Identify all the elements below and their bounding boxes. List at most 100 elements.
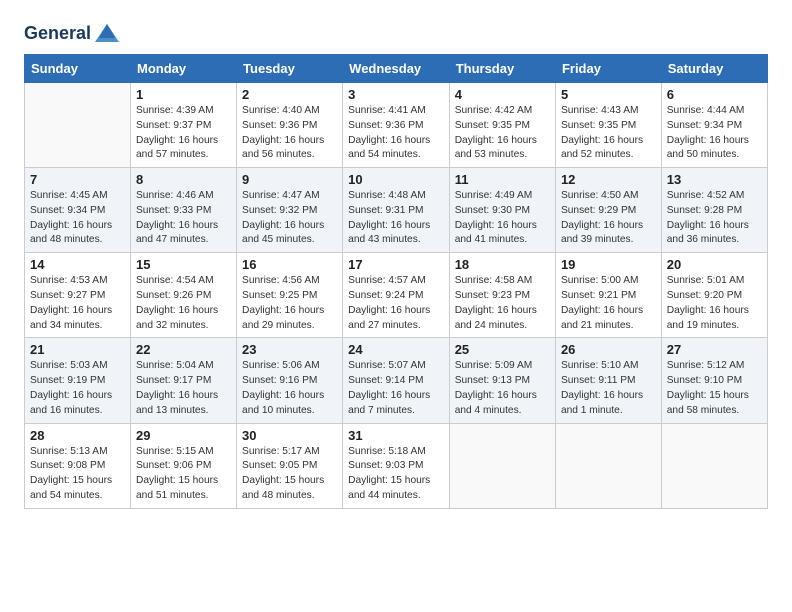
calendar-cell: 4 Sunrise: 4:42 AM Sunset: 9:35 PM Daylig… xyxy=(449,83,555,168)
day-info: Sunrise: 5:01 AM Sunset: 9:20 PM Dayligh… xyxy=(667,274,762,333)
day-info: Sunrise: 5:07 AM Sunset: 9:14 PM Dayligh… xyxy=(348,359,444,418)
weekday-header-friday: Friday xyxy=(555,55,661,83)
day-info: Sunrise: 4:40 AM Sunset: 9:36 PM Dayligh… xyxy=(242,104,337,163)
day-number: 5 xyxy=(561,87,656,102)
calendar-cell: 7 Sunrise: 4:45 AM Sunset: 9:34 PM Daylig… xyxy=(25,168,131,253)
calendar-cell: 12 Sunrise: 4:50 AM Sunset: 9:29 PM Dayli… xyxy=(555,168,661,253)
day-info: Sunrise: 5:15 AM Sunset: 9:06 PM Dayligh… xyxy=(136,445,231,504)
day-number: 11 xyxy=(455,172,550,187)
day-number: 17 xyxy=(348,257,444,272)
weekday-header-thursday: Thursday xyxy=(449,55,555,83)
day-info: Sunrise: 5:06 AM Sunset: 9:16 PM Dayligh… xyxy=(242,359,337,418)
day-info: Sunrise: 5:03 AM Sunset: 9:19 PM Dayligh… xyxy=(30,359,125,418)
day-number: 28 xyxy=(30,428,125,443)
day-info: Sunrise: 4:42 AM Sunset: 9:35 PM Dayligh… xyxy=(455,104,550,163)
day-number: 23 xyxy=(242,342,337,357)
calendar-cell: 17Sunrise: 4:57 AM Sunset: 9:24 PM Dayli… xyxy=(343,253,450,338)
calendar-week-row: 14 Sunrise: 4:53 AM Sunset: 9:27 PM Dayli… xyxy=(25,253,768,338)
day-info: Sunrise: 4:39 AM Sunset: 9:37 PM Dayligh… xyxy=(136,104,231,163)
day-number: 7 xyxy=(30,172,125,187)
day-info: Sunrise: 4:47 AM Sunset: 9:32 PM Dayligh… xyxy=(242,189,337,248)
calendar-cell: 18 Sunrise: 4:58 AM Sunset: 9:23 PM Dayli… xyxy=(449,253,555,338)
page-header: General xyxy=(24,20,768,48)
day-info: Sunrise: 4:56 AM Sunset: 9:25 PM Dayligh… xyxy=(242,274,337,333)
calendar-cell: 9 Sunrise: 4:47 AM Sunset: 9:32 PM Daylig… xyxy=(237,168,343,253)
day-number: 25 xyxy=(455,342,550,357)
calendar-cell: 1Sunrise: 4:39 AM Sunset: 9:37 PM Daylig… xyxy=(131,83,237,168)
calendar-cell: 31 Sunrise: 5:18 AM Sunset: 9:03 PM Dayli… xyxy=(343,423,450,508)
calendar-cell: 10 Sunrise: 4:48 AM Sunset: 9:31 PM Dayli… xyxy=(343,168,450,253)
day-number: 9 xyxy=(242,172,337,187)
weekday-header-monday: Monday xyxy=(131,55,237,83)
logo: General xyxy=(24,20,121,48)
day-info: Sunrise: 5:10 AM Sunset: 9:11 PM Dayligh… xyxy=(561,359,656,418)
calendar-cell: 22 Sunrise: 5:04 AM Sunset: 9:17 PM Dayli… xyxy=(131,338,237,423)
day-number: 3 xyxy=(348,87,444,102)
calendar-cell xyxy=(555,423,661,508)
day-number: 31 xyxy=(348,428,444,443)
day-number: 21 xyxy=(30,342,125,357)
day-number: 13 xyxy=(667,172,762,187)
calendar-cell: 13 Sunrise: 4:52 AM Sunset: 9:28 PM Dayli… xyxy=(661,168,767,253)
day-number: 20 xyxy=(667,257,762,272)
day-info: Sunrise: 4:48 AM Sunset: 9:31 PM Dayligh… xyxy=(348,189,444,248)
day-info: Sunrise: 5:18 AM Sunset: 9:03 PM Dayligh… xyxy=(348,445,444,504)
weekday-header-sunday: Sunday xyxy=(25,55,131,83)
calendar-cell: 8 Sunrise: 4:46 AM Sunset: 9:33 PM Daylig… xyxy=(131,168,237,253)
day-number: 10 xyxy=(348,172,444,187)
day-info: Sunrise: 5:00 AM Sunset: 9:21 PM Dayligh… xyxy=(561,274,656,333)
calendar-cell: 30 Sunrise: 5:17 AM Sunset: 9:05 PM Dayli… xyxy=(237,423,343,508)
calendar-cell: 23 Sunrise: 5:06 AM Sunset: 9:16 PM Dayli… xyxy=(237,338,343,423)
day-info: Sunrise: 5:13 AM Sunset: 9:08 PM Dayligh… xyxy=(30,445,125,504)
calendar-cell: 29 Sunrise: 5:15 AM Sunset: 9:06 PM Dayli… xyxy=(131,423,237,508)
day-info: Sunrise: 4:45 AM Sunset: 9:34 PM Dayligh… xyxy=(30,189,125,248)
day-info: Sunrise: 4:50 AM Sunset: 9:29 PM Dayligh… xyxy=(561,189,656,248)
day-info: Sunrise: 4:46 AM Sunset: 9:33 PM Dayligh… xyxy=(136,189,231,248)
weekday-header-wednesday: Wednesday xyxy=(343,55,450,83)
day-info: Sunrise: 4:58 AM Sunset: 9:23 PM Dayligh… xyxy=(455,274,550,333)
calendar-week-row: 1Sunrise: 4:39 AM Sunset: 9:37 PM Daylig… xyxy=(25,83,768,168)
day-info: Sunrise: 4:44 AM Sunset: 9:34 PM Dayligh… xyxy=(667,104,762,163)
day-number: 22 xyxy=(136,342,231,357)
calendar-week-row: 21 Sunrise: 5:03 AM Sunset: 9:19 PM Dayli… xyxy=(25,338,768,423)
day-info: Sunrise: 4:52 AM Sunset: 9:28 PM Dayligh… xyxy=(667,189,762,248)
day-info: Sunrise: 5:04 AM Sunset: 9:17 PM Dayligh… xyxy=(136,359,231,418)
calendar-cell: 16Sunrise: 4:56 AM Sunset: 9:25 PM Dayli… xyxy=(237,253,343,338)
calendar-table: SundayMondayTuesdayWednesdayThursdayFrid… xyxy=(24,54,768,509)
day-number: 24 xyxy=(348,342,444,357)
day-number: 4 xyxy=(455,87,550,102)
calendar-header-row: SundayMondayTuesdayWednesdayThursdayFrid… xyxy=(25,55,768,83)
day-number: 15 xyxy=(136,257,231,272)
weekday-header-tuesday: Tuesday xyxy=(237,55,343,83)
calendar-cell: 28 Sunrise: 5:13 AM Sunset: 9:08 PM Dayli… xyxy=(25,423,131,508)
day-number: 19 xyxy=(561,257,656,272)
calendar-cell: 6Sunrise: 4:44 AM Sunset: 9:34 PM Daylig… xyxy=(661,83,767,168)
calendar-week-row: 7 Sunrise: 4:45 AM Sunset: 9:34 PM Daylig… xyxy=(25,168,768,253)
day-info: Sunrise: 4:54 AM Sunset: 9:26 PM Dayligh… xyxy=(136,274,231,333)
day-number: 2 xyxy=(242,87,337,102)
calendar-cell: 11Sunrise: 4:49 AM Sunset: 9:30 PM Dayli… xyxy=(449,168,555,253)
calendar-cell: 26 Sunrise: 5:10 AM Sunset: 9:11 PM Dayli… xyxy=(555,338,661,423)
day-info: Sunrise: 5:09 AM Sunset: 9:13 PM Dayligh… xyxy=(455,359,550,418)
calendar-body: 1Sunrise: 4:39 AM Sunset: 9:37 PM Daylig… xyxy=(25,83,768,509)
day-number: 27 xyxy=(667,342,762,357)
day-number: 14 xyxy=(30,257,125,272)
day-number: 12 xyxy=(561,172,656,187)
day-info: Sunrise: 5:17 AM Sunset: 9:05 PM Dayligh… xyxy=(242,445,337,504)
day-number: 26 xyxy=(561,342,656,357)
calendar-week-row: 28 Sunrise: 5:13 AM Sunset: 9:08 PM Dayli… xyxy=(25,423,768,508)
day-number: 18 xyxy=(455,257,550,272)
calendar-cell: 19 Sunrise: 5:00 AM Sunset: 9:21 PM Dayli… xyxy=(555,253,661,338)
calendar-cell: 20 Sunrise: 5:01 AM Sunset: 9:20 PM Dayli… xyxy=(661,253,767,338)
calendar-cell: 21 Sunrise: 5:03 AM Sunset: 9:19 PM Dayli… xyxy=(25,338,131,423)
calendar-cell: 24 Sunrise: 5:07 AM Sunset: 9:14 PM Dayli… xyxy=(343,338,450,423)
day-number: 30 xyxy=(242,428,337,443)
day-number: 8 xyxy=(136,172,231,187)
logo-icon xyxy=(93,20,121,48)
day-info: Sunrise: 5:12 AM Sunset: 9:10 PM Dayligh… xyxy=(667,359,762,418)
day-number: 29 xyxy=(136,428,231,443)
day-info: Sunrise: 4:53 AM Sunset: 9:27 PM Dayligh… xyxy=(30,274,125,333)
day-info: Sunrise: 4:41 AM Sunset: 9:36 PM Dayligh… xyxy=(348,104,444,163)
calendar-cell: 5Sunrise: 4:43 AM Sunset: 9:35 PM Daylig… xyxy=(555,83,661,168)
logo-text: General xyxy=(24,24,91,44)
